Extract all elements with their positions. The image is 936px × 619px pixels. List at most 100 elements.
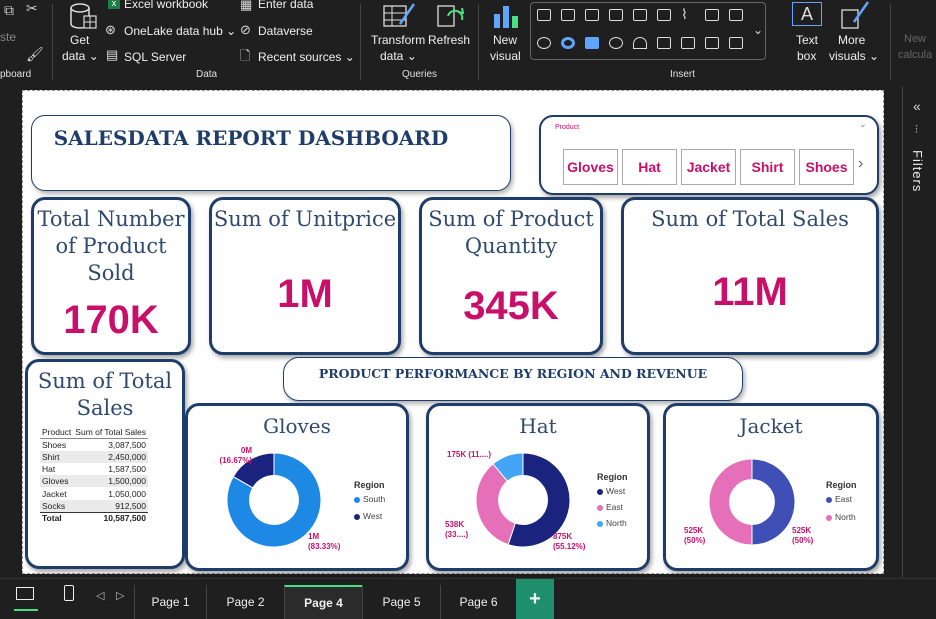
stacked-bar-icon[interactable] (537, 9, 551, 21)
tab-page-6[interactable]: Page 6 (440, 585, 516, 619)
more-visuals-label-1[interactable]: More (838, 33, 865, 47)
legend-item-south[interactable]: South (354, 494, 385, 504)
add-page-button[interactable]: + (516, 579, 554, 619)
card-icon[interactable] (657, 37, 671, 49)
refresh-button[interactable]: Refresh (428, 33, 470, 47)
slicer-item-gloves[interactable]: Gloves (563, 149, 618, 185)
kpi-value: 345K (463, 284, 559, 328)
donut-card-jacket[interactable]: Jacket 525K (50%) 525K (50%) Region East N… (663, 403, 879, 571)
legend-dot (354, 513, 360, 520)
table-header[interactable]: Sum of Total Sales (73, 426, 149, 439)
jacket-donut-chart[interactable] (708, 458, 796, 546)
stacked-column-icon[interactable] (561, 9, 575, 21)
visuals-gallery[interactable]: ⌇ ⌄ (530, 2, 766, 60)
slicer-item-hat[interactable]: Hat (622, 149, 677, 185)
table-row[interactable]: Socks 912,500 (40, 499, 149, 513)
table-row[interactable]: Gloves 1,500,000 (40, 475, 149, 488)
filters-label[interactable]: Filters (910, 150, 925, 192)
table-cell: 2,450,000 (73, 450, 149, 463)
clustered-column-icon[interactable] (609, 9, 623, 21)
slicer-item-jacket[interactable]: Jacket (681, 149, 736, 185)
line-chart-icon[interactable]: ⌇ (681, 7, 695, 21)
jacket-label-north: 525K (50%) (684, 526, 705, 546)
transform-data-label-2[interactable]: data ⌄ (380, 49, 417, 63)
prev-page-icon[interactable]: ◁ (96, 589, 104, 602)
clustered-bar-icon[interactable] (585, 9, 599, 21)
donut-slice-north[interactable] (708, 458, 753, 546)
next-page-icon[interactable]: ▷ (116, 589, 124, 602)
slicer-item-shoes[interactable]: Shoes (799, 149, 854, 185)
legend-title: Region (354, 480, 385, 490)
table-row[interactable]: Hat 1,587,500 (40, 463, 148, 475)
kpi-card-unitprice[interactable]: Sum of Unitprice 1M (209, 197, 401, 355)
new-visual-label-1[interactable]: New (493, 33, 517, 47)
table-icon[interactable] (705, 37, 719, 49)
area-chart-icon[interactable] (705, 9, 719, 21)
map-icon[interactable] (609, 37, 623, 49)
table-row[interactable]: Shoes 3,087,500 (40, 438, 148, 450)
donut-slice-east[interactable] (751, 458, 796, 546)
waterfall-icon[interactable] (729, 9, 743, 21)
label-line: (83.33%) (308, 542, 341, 551)
collapse-pane-icon[interactable]: « (913, 98, 921, 114)
legend-item-east[interactable]: East (597, 502, 623, 512)
dataverse-button[interactable]: Dataverse (258, 24, 313, 38)
donut-card-gloves[interactable]: Gloves 0M (16.67%) 1M (83.33%) Region Sout… (185, 403, 409, 571)
paste-label[interactable]: ste (0, 30, 16, 44)
kpi-card-products-sold[interactable]: Total Number of Product Sold 170K (31, 197, 191, 355)
legend-item-west[interactable]: West (354, 511, 382, 521)
gallery-expand-icon[interactable]: ⌄ (753, 23, 763, 37)
tab-page-2[interactable]: Page 2 (206, 585, 284, 619)
tab-page-4[interactable]: Page 4 (284, 585, 362, 619)
legend-item-west[interactable]: West (597, 486, 625, 496)
slicer-item-shirt[interactable]: Shirt (740, 149, 795, 185)
tab-page-5[interactable]: Page 5 (362, 585, 440, 619)
text-box-label-2[interactable]: box (797, 49, 816, 63)
section-title-box[interactable]: PRODUCT PERFORMANCE BY REGION AND REVENU… (283, 357, 743, 401)
transform-data-label-1[interactable]: Transform (371, 33, 425, 47)
kpi-card-total-sales[interactable]: Sum of Total Sales 11M (621, 197, 879, 355)
tab-page-1[interactable]: Page 1 (134, 585, 206, 619)
new-visual-label-2[interactable]: visual (490, 49, 521, 63)
donut-chart-icon[interactable] (561, 37, 575, 49)
donut-card-hat[interactable]: Hat 175K (11....) 538K (33....) 875K (55.1… (426, 403, 650, 571)
excel-workbook-button[interactable]: Excel workbook (124, 0, 208, 11)
cut-icon[interactable]: ✂ (26, 0, 38, 17)
table-header[interactable]: Product (40, 426, 74, 439)
pie-chart-icon[interactable] (537, 37, 551, 49)
line-column-icon[interactable] (633, 9, 647, 21)
onelake-data-hub-button[interactable]: OneLake data hub ⌄ (124, 24, 236, 38)
legend-title: Region (597, 472, 628, 482)
legend-item-north[interactable]: North (826, 512, 856, 522)
sql-server-button[interactable]: SQL Server (124, 50, 186, 64)
slicer-collapse-icon[interactable]: ⌄ (859, 119, 867, 130)
dashboard-title: SALESDATA REPORT DASHBOARD (53, 126, 449, 150)
dashboard-title-box[interactable]: SALESDATA REPORT DASHBOARD (31, 115, 511, 191)
ribbon-chart-icon[interactable] (657, 9, 671, 21)
legend-item-east[interactable]: East (826, 494, 852, 504)
more-visuals-label-2[interactable]: visuals ⌄ (829, 49, 879, 63)
recent-sources-button[interactable]: Recent sources ⌄ (258, 50, 355, 64)
label-line: 1M (308, 532, 320, 541)
table-row[interactable]: Shirt 2,450,000 (40, 450, 149, 463)
treemap-icon[interactable] (585, 37, 599, 49)
table-total-row[interactable]: Total 10,587,500 (40, 511, 149, 525)
product-slicer[interactable]: Product ⌄ Gloves Hat Jacket Shirt Shoes … (539, 115, 879, 195)
matrix-icon[interactable] (729, 37, 743, 49)
slicer-next-icon[interactable]: › (858, 155, 863, 173)
legend-item-north[interactable]: North (597, 518, 627, 528)
kpi-card-product-quantity[interactable]: Sum of Product Quantity 345K (419, 197, 603, 355)
filter-icon[interactable]: ⫶ (915, 124, 918, 137)
total-sales-table-card[interactable]: Sum of Total Sales Product Sum of Total S… (25, 359, 185, 569)
table-row[interactable]: Jacket 1,050,000 (40, 487, 148, 499)
desktop-view-button[interactable] (14, 585, 38, 611)
multirow-card-icon[interactable] (681, 37, 695, 49)
format-painter-icon[interactable]: 🖌 (26, 46, 44, 63)
text-box-label-1[interactable]: Text (796, 33, 818, 47)
enter-data-button[interactable]: Enter data (258, 0, 313, 11)
total-sales-table[interactable]: Product Sum of Total Sales Shoes 3,087,500… (40, 426, 149, 525)
gauge-icon[interactable] (633, 37, 647, 49)
mobile-layout-icon[interactable] (64, 585, 74, 601)
copy-icon[interactable]: ⧉ (4, 2, 14, 19)
table-cell: 10,587,500 (73, 511, 149, 525)
